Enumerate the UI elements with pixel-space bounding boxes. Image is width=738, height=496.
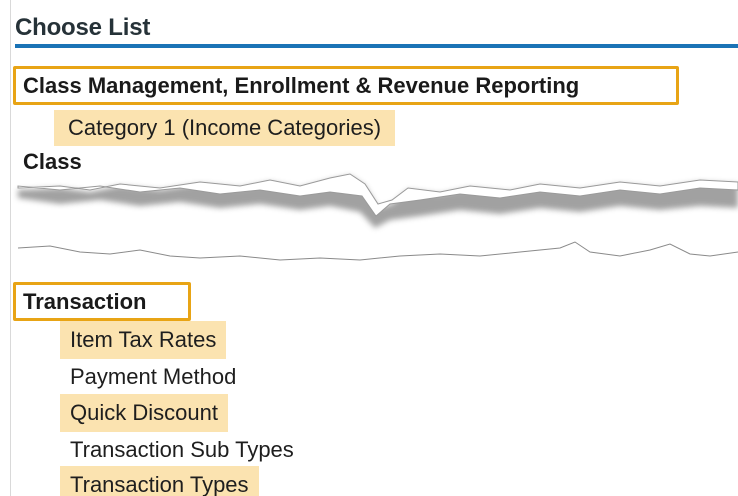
list-item-payment-method[interactable]: Payment Method	[70, 363, 236, 391]
panel-title: Choose List	[15, 14, 151, 41]
group-heading-transaction: Transaction	[23, 289, 147, 314]
title-underline	[15, 44, 738, 48]
group-heading-class-management: Class Management, Enrollment & Revenue R…	[23, 73, 580, 98]
list-item-transaction-types[interactable]: Transaction Types	[60, 466, 259, 496]
list-item-item-tax-rates[interactable]: Item Tax Rates	[60, 321, 227, 359]
torn-paper-cutout	[17, 173, 738, 278]
list-item-transaction-sub-types[interactable]: Transaction Sub Types	[70, 436, 294, 464]
list-item-quick-discount[interactable]: Quick Discount	[60, 394, 228, 432]
list-item-category-1[interactable]: Category 1 (Income Categories)	[54, 110, 396, 146]
